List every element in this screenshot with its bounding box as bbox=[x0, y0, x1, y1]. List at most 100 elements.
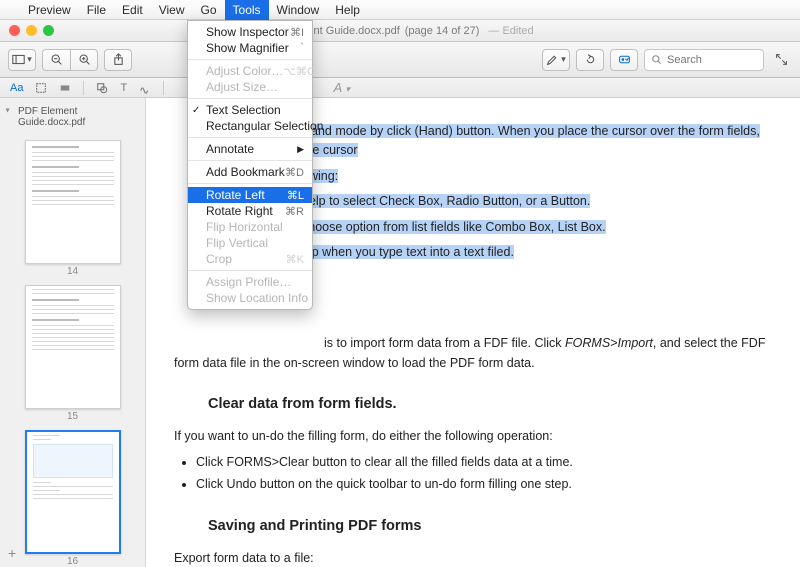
sign-tool[interactable] bbox=[139, 82, 151, 94]
doc-text: If you want to un-do the filling form, d… bbox=[174, 427, 772, 446]
menu-item-label: Show Inspector bbox=[206, 25, 289, 39]
font-style-indicator[interactable]: A ▾ bbox=[334, 80, 350, 96]
list-item: Click FORMS>Clear button to clear all th… bbox=[196, 453, 772, 472]
menu-item-flip-vertical: Flip Vertical bbox=[188, 235, 312, 251]
menu-help[interactable]: Help bbox=[327, 0, 368, 20]
menu-item-label: Annotate bbox=[206, 142, 254, 156]
menu-separator bbox=[188, 270, 312, 271]
check-icon: ✓ bbox=[192, 105, 200, 116]
markup-toolbar: Aa T A ▾ bbox=[0, 78, 800, 98]
menu-item-label: Show Magnifier bbox=[206, 41, 289, 55]
page-number-label: 15 bbox=[0, 411, 145, 422]
sidebar-view-button[interactable]: ▾ bbox=[8, 49, 36, 71]
doc-text-italic: FORMS>Import bbox=[565, 336, 653, 350]
window-page-indicator: (page 14 of 27) bbox=[405, 25, 480, 37]
menu-item-add-bookmark[interactable]: Add Bookmark⌘D bbox=[188, 164, 312, 180]
page-number-label: 14 bbox=[0, 266, 145, 277]
rotate-button[interactable] bbox=[576, 49, 604, 71]
menu-view[interactable]: View bbox=[151, 0, 193, 20]
search-field[interactable] bbox=[644, 49, 764, 71]
menu-go[interactable]: Go bbox=[193, 0, 225, 20]
menu-window[interactable]: Window bbox=[269, 0, 328, 20]
menu-item-label: Adjust Color… bbox=[206, 64, 283, 78]
page-number-label: 16 bbox=[0, 556, 145, 567]
highlighted-text: Hand mode by click (Hand) button. When y… bbox=[302, 124, 760, 157]
menu-item-show-inspector[interactable]: Show Inspector⌘I bbox=[188, 24, 312, 40]
doc-text: Export form data to a file: bbox=[174, 549, 772, 567]
menu-shortcut: ⌘I bbox=[290, 26, 304, 39]
window-zoom-button[interactable] bbox=[43, 25, 54, 36]
text-style-button[interactable]: Aa bbox=[10, 82, 23, 94]
thumbnail-sidebar: PDF Element Guide.docx.pdf 14 15 16 + bbox=[0, 98, 146, 567]
add-page-button[interactable]: + bbox=[8, 545, 16, 561]
menu-item-label: Flip Horizontal bbox=[206, 220, 283, 234]
sidebar-filename[interactable]: PDF Element Guide.docx.pdf bbox=[0, 104, 145, 134]
menu-shortcut: ` bbox=[300, 42, 304, 54]
tools-menu-dropdown: Show Inspector⌘IShow Magnifier ` Adjust Co… bbox=[187, 20, 313, 310]
menu-item-label: Rotate Left bbox=[206, 188, 265, 202]
highlighted-text: choose option from list fields like Comb… bbox=[302, 220, 606, 234]
menu-separator bbox=[188, 160, 312, 161]
doc-text: is to import form data from a FDF file. … bbox=[324, 336, 565, 350]
menu-shortcut: ⌘D bbox=[285, 166, 304, 179]
menu-item-show-magnifier[interactable]: Show Magnifier ` bbox=[188, 40, 312, 56]
menu-edit[interactable]: Edit bbox=[114, 0, 151, 20]
list-item: Click Undo button on the quick toolbar t… bbox=[196, 475, 772, 494]
zoom-in-button[interactable] bbox=[70, 49, 98, 71]
doc-heading: Saving and Printing PDF forms bbox=[208, 515, 772, 537]
markup-toolbar-button[interactable] bbox=[610, 49, 638, 71]
submenu-arrow-icon: ▶ bbox=[297, 144, 304, 155]
toolbar: ▾ ▾ bbox=[0, 42, 800, 78]
separator bbox=[83, 81, 84, 95]
menu-item-rotate-right[interactable]: Rotate Right ⌘R bbox=[188, 203, 312, 219]
window-close-button[interactable] bbox=[9, 25, 20, 36]
share-button[interactable] bbox=[104, 49, 132, 71]
menu-shortcut: ⌘L bbox=[287, 189, 304, 202]
page-thumbnail[interactable] bbox=[25, 285, 121, 409]
menu-item-label: Flip Vertical bbox=[206, 236, 268, 250]
highlight-button[interactable]: ▾ bbox=[542, 49, 570, 71]
page-thumbnail-selected[interactable] bbox=[25, 430, 121, 554]
window-minimize-button[interactable] bbox=[26, 25, 37, 36]
text-tool[interactable]: T bbox=[120, 82, 127, 94]
menu-item-label: Rotate Right bbox=[206, 204, 273, 218]
menu-tools[interactable]: Tools bbox=[225, 0, 269, 20]
menu-item-label: Text Selection bbox=[206, 103, 281, 117]
menu-separator bbox=[188, 59, 312, 60]
text-select-tool[interactable] bbox=[35, 82, 47, 94]
separator bbox=[163, 81, 164, 95]
fullscreen-button[interactable] bbox=[770, 49, 792, 71]
menu-item-crop: Crop⌘K bbox=[188, 251, 312, 267]
menu-item-label: Show Location Info bbox=[206, 291, 308, 305]
highlighted-text: elp when you type text into a text filed… bbox=[302, 245, 514, 259]
page-thumbnail[interactable] bbox=[25, 140, 121, 264]
menu-separator bbox=[188, 137, 312, 138]
system-menubar: Preview File Edit View Go Tools Window H… bbox=[0, 0, 800, 20]
menu-separator bbox=[188, 183, 312, 184]
menu-preview[interactable]: Preview bbox=[20, 0, 79, 20]
menu-item-flip-horizontal: Flip Horizontal bbox=[188, 219, 312, 235]
menu-item-annotate[interactable]: Annotate ▶ bbox=[188, 141, 312, 157]
window-edited-indicator: — Edited bbox=[488, 25, 533, 37]
menu-item-adjust-size-: Adjust Size… bbox=[188, 79, 312, 95]
menu-item-label: Rectangular Selection bbox=[206, 119, 323, 133]
menu-shortcut: ⌥⌘C bbox=[283, 65, 315, 78]
menu-shortcut: ⌘R bbox=[285, 205, 304, 218]
shapes-tool[interactable] bbox=[96, 82, 108, 94]
doc-heading: Clear data from form fields. bbox=[208, 393, 772, 415]
menu-item-assign-profile-: Assign Profile… bbox=[188, 274, 312, 290]
menu-item-show-location-info: Show Location Info bbox=[188, 290, 312, 306]
menu-file[interactable]: File bbox=[79, 0, 114, 20]
menu-item-rectangular-selection[interactable]: Rectangular Selection bbox=[188, 118, 312, 134]
menu-separator bbox=[188, 98, 312, 99]
menu-item-label: Adjust Size… bbox=[206, 80, 278, 94]
redact-tool[interactable] bbox=[59, 82, 71, 94]
search-input[interactable] bbox=[667, 54, 747, 66]
zoom-out-button[interactable] bbox=[42, 49, 70, 71]
highlighted-text: help to select Check Box, Radio Button, … bbox=[302, 194, 590, 208]
menu-item-text-selection[interactable]: ✓ Text Selection bbox=[188, 102, 312, 118]
menu-item-rotate-left[interactable]: Rotate Left ⌘L bbox=[188, 187, 312, 203]
menu-item-label: Add Bookmark bbox=[206, 165, 285, 179]
menu-shortcut: ⌘K bbox=[286, 253, 304, 266]
menu-item-adjust-color-: Adjust Color…⌥⌘C bbox=[188, 63, 312, 79]
